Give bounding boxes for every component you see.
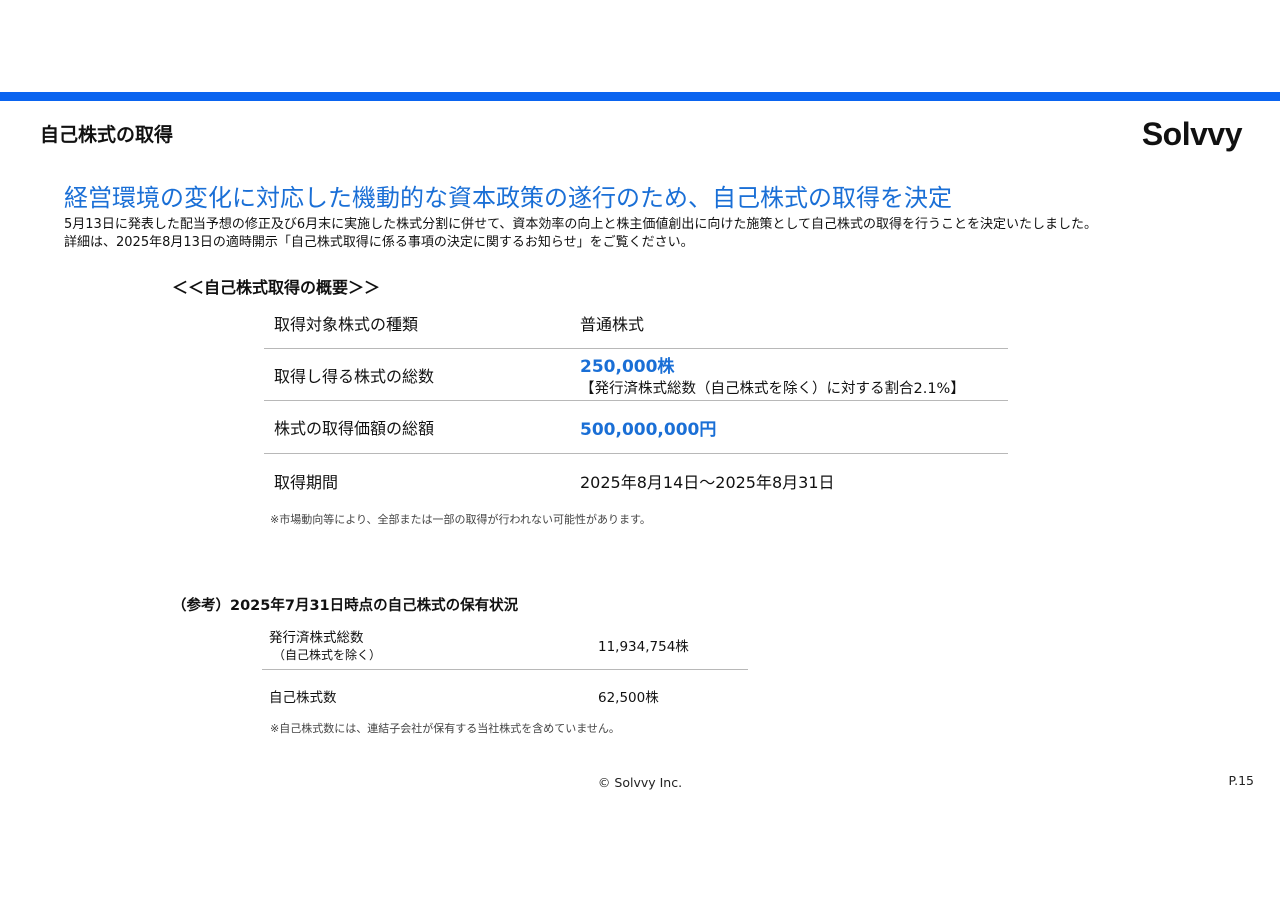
reference-row-treasury: 自己株式数 62,500株 (262, 670, 748, 722)
reference-label-sub: （自己株式を除く） (273, 648, 382, 662)
overview-row-type: 取得対象株式の種類 普通株式 (264, 298, 1008, 349)
reference-value: 11,934,754株 (598, 638, 689, 655)
overview-label: 取得し得る株式の総数 (274, 366, 435, 386)
reference-label: 発行済株式総数 (269, 630, 364, 646)
section-title: 自己株式の取得 (40, 124, 174, 146)
overview-label: 取得期間 (274, 473, 339, 492)
overview-value-group: 500,000,000円 (580, 401, 1008, 453)
page-number: P.15 (1228, 773, 1254, 788)
overview-label: 株式の取得価額の総額 (274, 419, 435, 438)
ratio-note: 【発行済株式総数（自己株式を除く）に対する割合2.1%】 (580, 380, 965, 397)
overview-value-group: 250,000株 【発行済株式総数（自己株式を除く）に対する割合2.1%】 (580, 349, 1008, 400)
description: 5月13日に発表した配当予想の修正及び6月末に実施した株式分割に併せて、資本効率… (64, 216, 1097, 252)
reference-label-group: 発行済株式総数 （自己株式を除く） (262, 620, 598, 669)
copyright: © Solvvy Inc. (597, 775, 683, 790)
overview-note: ※市場動向等により、全部または一部の取得が行われない可能性があります。 (270, 513, 651, 526)
description-line-1: 5月13日に発表した配当予想の修正及び6月末に実施した株式分割に併せて、資本効率… (64, 217, 1098, 232)
total-shares-value: 250,000株 (580, 356, 675, 377)
overview-row-period: 取得期間 2025年8月14日～2025年8月31日 (264, 454, 1008, 508)
overview-label: 取得対象株式の種類 (274, 315, 419, 334)
reference-table: 発行済株式総数 （自己株式を除く） 11,934,754株 自己株式数 62,5… (262, 620, 748, 722)
reference-row-issued: 発行済株式総数 （自己株式を除く） 11,934,754株 (262, 620, 748, 670)
reference-value: 62,500株 (598, 690, 659, 706)
overview-value: 普通株式 (580, 315, 645, 334)
reference-title: （参考）2025年7月31日時点の自己株式の保有状況 (172, 598, 519, 614)
overview-title: ＜＜自己株式取得の概要＞＞ (172, 278, 381, 297)
reference-label: 自己株式数 (269, 690, 337, 706)
overview-row-total-shares: 取得し得る株式の総数 250,000株 【発行済株式総数（自己株式を除く）に対す… (264, 349, 1008, 401)
description-line-2: 詳細は、2025年8月13日の適時開示「自己株式取得に係る事項の決定に関するお知… (64, 235, 694, 250)
total-amount-value: 500,000,000円 (580, 419, 717, 440)
overview-value: 2025年8月14日～2025年8月31日 (580, 473, 835, 492)
reference-label-group: 自己株式数 (262, 670, 598, 722)
solvvy-logo: Solvvy (1141, 116, 1243, 152)
reference-note: ※自己株式数には、連結子会社が保有する当社株式を含めていません。 (270, 722, 620, 735)
overview-row-total-amount: 株式の取得価額の総額 500,000,000円 (264, 401, 1008, 454)
accent-bar (0, 92, 1280, 101)
headline: 経営環境の変化に対応した機動的な資本政策の遂行のため、自己株式の取得を決定 (64, 184, 952, 212)
overview-table: 取得対象株式の種類 普通株式 取得し得る株式の総数 250,000株 【発行済株… (264, 298, 1008, 508)
